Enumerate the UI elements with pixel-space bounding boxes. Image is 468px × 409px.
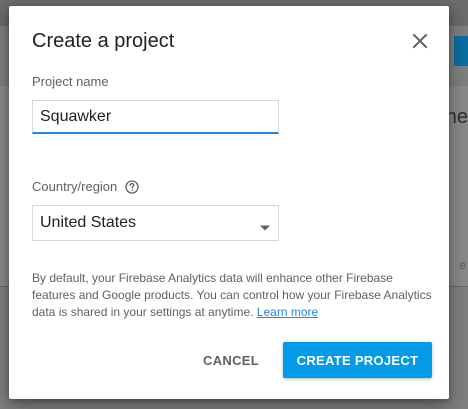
dialog-title: Create a project bbox=[32, 30, 175, 52]
close-button[interactable] bbox=[407, 28, 433, 54]
country-region-selected-value: United States bbox=[40, 214, 137, 231]
create-project-button[interactable]: CREATE PROJECT bbox=[283, 342, 432, 378]
country-region-label-row: Country/region bbox=[32, 179, 139, 194]
country-region-label: Country/region bbox=[32, 179, 118, 194]
learn-more-link[interactable]: Learn more bbox=[257, 305, 318, 319]
analytics-info-body: By default, your Firebase Analytics data… bbox=[32, 271, 432, 319]
create-project-dialog: Create a project Project name Country/re… bbox=[9, 6, 449, 399]
project-name-label: Project name bbox=[32, 74, 109, 89]
background-partial-heading: ne bbox=[445, 106, 468, 128]
country-region-select[interactable]: United States bbox=[32, 205, 279, 241]
cancel-button[interactable]: CANCEL bbox=[190, 342, 272, 378]
close-icon bbox=[407, 28, 433, 54]
dropdown-caret-icon bbox=[259, 219, 271, 231]
help-circle-icon[interactable] bbox=[125, 179, 139, 194]
background-blue-button-edge bbox=[454, 36, 468, 66]
project-name-input[interactable] bbox=[32, 100, 279, 134]
background-partial-text: e bbox=[459, 258, 466, 272]
analytics-info-text: By default, your Firebase Analytics data… bbox=[32, 270, 432, 321]
